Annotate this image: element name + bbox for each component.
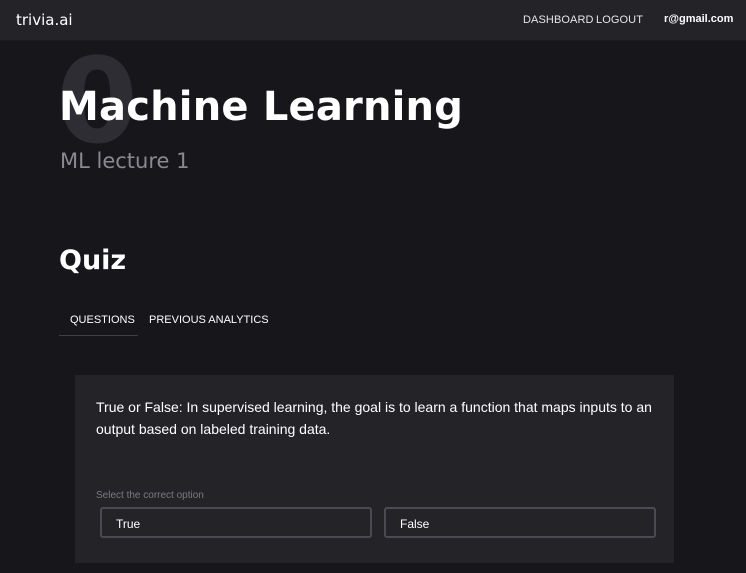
option-true-button[interactable]: True	[100, 507, 372, 538]
quiz-section-title: Quiz	[59, 245, 127, 276]
tab-previous-analytics[interactable]: PREVIOUS ANALYTICS	[149, 314, 269, 326]
page-subtitle: ML lecture 1	[60, 149, 190, 173]
brand-logo[interactable]: trivia.ai	[16, 11, 73, 29]
options-label: Select the correct option	[96, 490, 204, 501]
option-false-button[interactable]: False	[384, 507, 656, 538]
active-tab-indicator	[59, 335, 138, 336]
logout-link[interactable]: LOGOUT	[596, 14, 643, 26]
tab-questions[interactable]: QUESTIONS	[70, 314, 135, 326]
user-email: r@gmail.com	[664, 13, 734, 25]
question-card: True or False: In supervised learning, t…	[75, 375, 674, 563]
page-title: Machine Learning	[59, 84, 464, 130]
question-text: True or False: In supervised learning, t…	[96, 399, 652, 437]
dashboard-link[interactable]: DASHBOARD	[523, 14, 594, 26]
